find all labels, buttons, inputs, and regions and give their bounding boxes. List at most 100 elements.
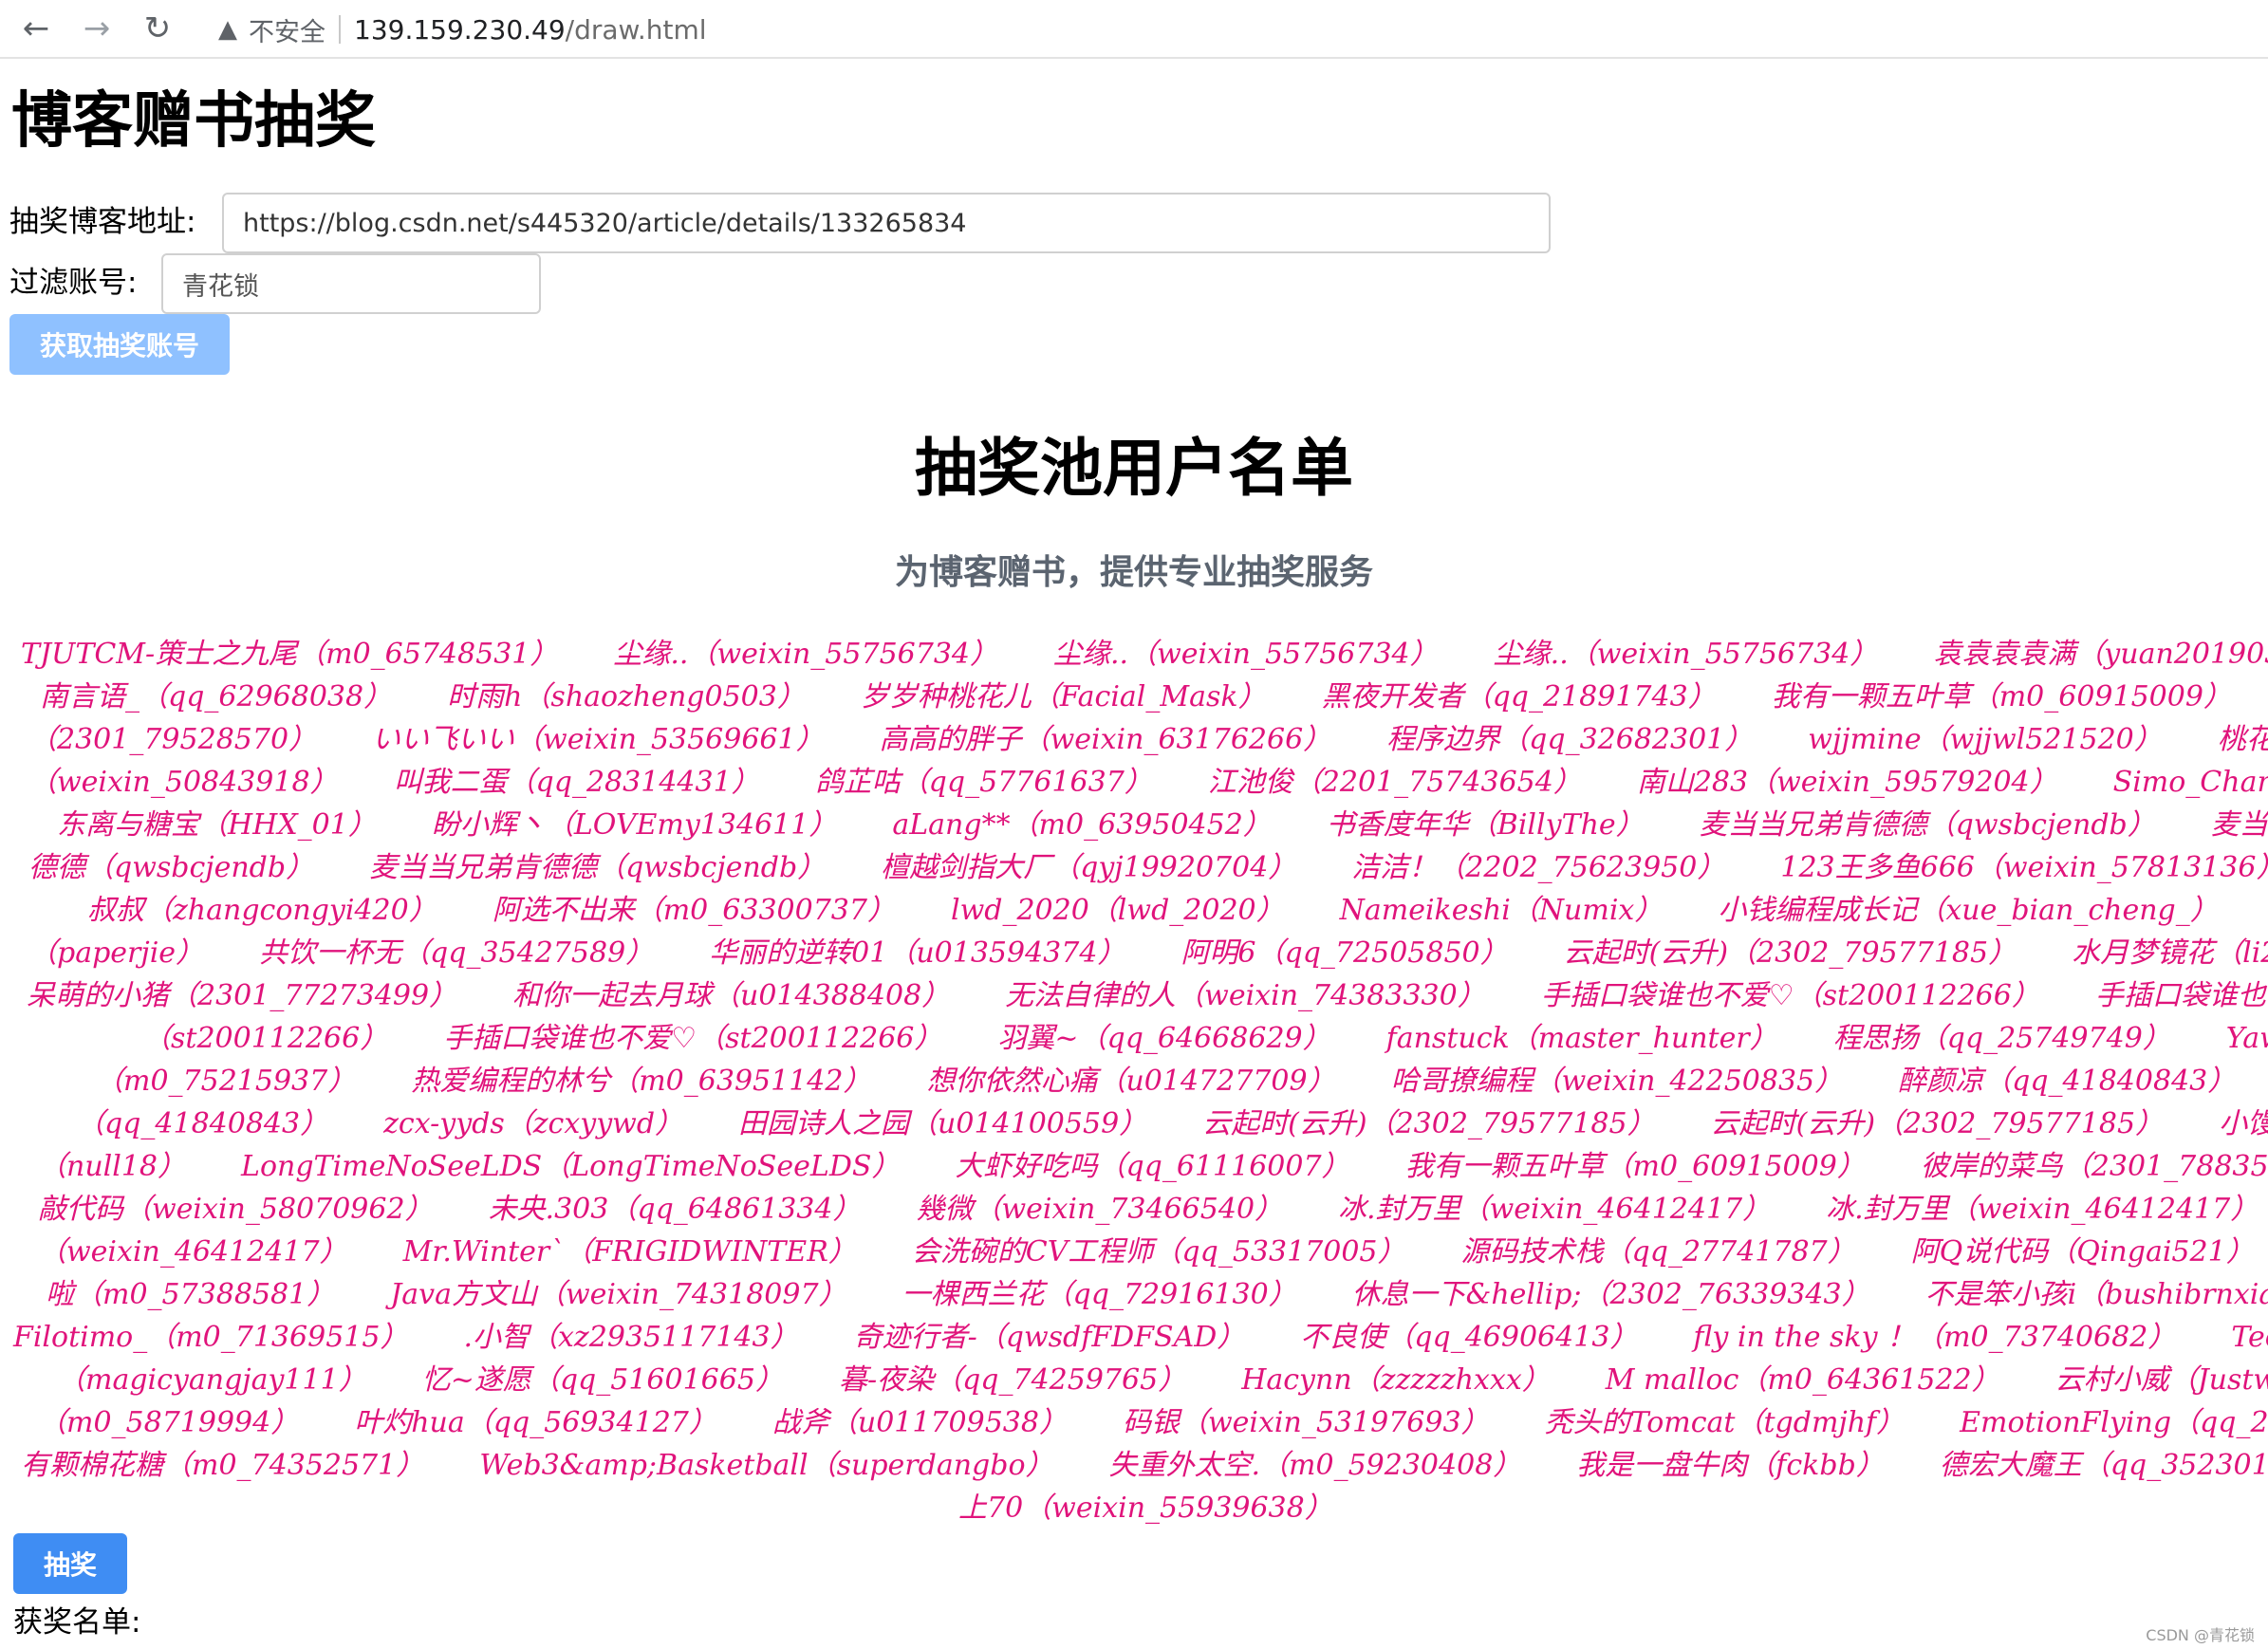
user-entry: 小馒头学python [2219,1107,2268,1140]
user-entry: Simo_Chan（aaameng233） [2112,766,2268,799]
user-row: 德德（qwsbcjendb） 麦当当兄弟肯德德（qwsbcjendb） 檀越剑指大厂… [28,843,2268,885]
user-entry: 黑夜开发者（qq_21891743） [1321,680,1717,713]
user-row: （null18） LongTimeNoSeeLDS（LongTimeNoSeeLD… [38,1142,2268,1184]
user-entry: （magicyangjay111） [57,1363,367,1397]
user-entry: TJUTCM-策士之九尾（m0_65748531） [21,638,559,671]
address-bar[interactable]: ▲ 不安全 139.159.230.49/draw.html [201,6,2260,53]
user-entry: 我是一盘牛肉（fckbb） [1576,1449,1885,1482]
user-entry: 叫我二蛋（qq_28314431） [393,766,760,799]
user-entry: 桃花键神 [2217,723,2268,756]
filter-account-label: 过滤账号: [9,266,138,300]
user-entry: 123王多鱼666（weixin_57813136） [1780,851,2268,884]
filter-account-input[interactable]: 青花锁 [161,253,541,314]
security-status[interactable]: 不安全 [249,11,325,48]
user-entry: 叶灼hua（qq_56934127） [354,1406,717,1439]
back-arrow-icon[interactable]: ← [15,8,57,49]
user-entry: Java方文山（weixin_74318097） [390,1278,847,1311]
user-entry: 檀越剑指大厂（qyj19920704） [881,851,1297,884]
address-divider [339,15,341,44]
user-entry: 云村小威（Justw320） [2054,1363,2268,1397]
user-entry: 不良使（qq_46906413） [1300,1321,1639,1354]
user-entry: .小智（xz2935117143） [463,1321,799,1354]
user-entry: 麦当当兄弟肯 [2210,808,2268,842]
user-entry: 华丽的逆转01（u013594374） [709,936,1126,970]
user-row: （qq_41840843） zcx-yyds（zcxyywd） 田园诗人之园（u01… [76,1100,2268,1141]
user-entry: 程序边界（qq_32682301） [1386,723,1754,756]
user-entry: lwd_2020（lwd_2020） [950,894,1285,927]
blog-url-input[interactable]: https://blog.csdn.net/s445320/article/de… [222,193,1551,253]
user-entry: 小钱编程成长记（xue_bian_cheng_） [1718,894,2219,927]
user-entry: 水月梦镜花（li209779） [2072,936,2268,970]
user-entry: TechLead KrisChang [2231,1321,2268,1354]
user-entry: 羽翼~（qq_64668629） [997,1022,1331,1055]
user-entry: 暮-夜染（qq_74259765） [838,1363,1187,1397]
user-entry: 休息一下&hellip;（2302_76339343） [1351,1278,1870,1311]
warning-triangle-icon[interactable]: ▲ [218,15,237,44]
user-entry: （2301_79528570） [28,723,318,756]
user-entry: 冰.封万里（weixin_46412417） [1826,1193,2259,1226]
pool-subtitle: 为博客赠书，提供专业抽奖服务 [894,553,1373,592]
user-entry: 麦当当兄弟肯德德（qwsbcjendb） [1699,808,2156,842]
user-row: 上70（weixin_55939638） [958,1484,1388,1526]
user-entry: （weixin_46412417） [38,1235,348,1269]
user-entry: 洁洁！（2202_75623950） [1351,851,1726,884]
user-entry: （null18） [38,1150,187,1183]
user-row: TJUTCM-策士之九尾（m0_65748531） 尘缘..（weixin_557… [21,630,2268,672]
user-entry: 云起时(云升)（2302_79577185） [1563,936,2017,970]
user-entry: wjjmine（wjjwl521520） [1808,723,2163,756]
user-entry: 彼岸的菜鸟（2301_78835635） [1920,1150,2268,1183]
user-row: 有颗棉花糖（m0_74352571） Web3&amp;Basketball（su… [21,1441,2268,1483]
user-entry: Filotimo_（m0_71369515） [13,1321,409,1354]
user-entry: 哈哥撩编程（weixin_42250835） [1390,1065,1844,1098]
user-row: 南言语_（qq_62968038） 时雨h（shaozheng0503） 岁岁种桃花… [40,673,2268,714]
draw-button[interactable]: 抽奖 [13,1533,127,1594]
user-entry: 江池俊（2201_75743654） [1207,766,1582,799]
user-row: 敲代码（weixin_58070962） 未央.303（qq_64861334） 幾… [38,1185,2268,1227]
user-entry: Mr.Winter`（FRIGIDWINTER） [402,1235,857,1269]
user-entry: （m0_75215937） [95,1065,357,1098]
user-entry: 啦（m0_57388581） [46,1278,336,1311]
reload-icon[interactable]: ↻ [137,8,178,49]
user-entry: fly in the sky ！（m0_73740682） [1693,1321,2177,1354]
user-entry: 醉颜凉（qq_41840843） [1898,1065,2237,1098]
user-entry: 上70（weixin_55939638） [958,1492,1333,1525]
user-entry: 书香度年华（BillyThe） [1326,808,1645,842]
user-entry: （paperjie） [28,936,205,970]
user-entry: 码银（weixin_53197693） [1122,1406,1490,1439]
user-entry: Web3&amp;Basketball（superdangbo） [479,1449,1054,1482]
user-entry: 我有一颗五叶草（m0_60915009） [1771,680,2232,713]
user-entry: 奇迹行者-（qwsdfFDFSAD） [853,1321,1246,1354]
user-entry: 袁袁袁袁满（yuan2019035055） [1933,638,2268,671]
user-row: （2301_79528570） いい飞いい（weixin_53569661） 高高的… [28,715,2268,757]
url-path[interactable]: /draw.html [566,14,707,46]
user-row: （paperjie） 共饮一杯无（qq_35427589） 华丽的逆转01（u013… [28,929,2268,971]
user-entry: （qq_41840843） [76,1107,329,1140]
user-row: （weixin_50843918） 叫我二蛋（qq_28314431） 鸽芷咕（qq… [28,758,2268,800]
user-entry: 叔叔（zhangcongyi420） [87,894,437,927]
fetch-accounts-button[interactable]: 获取抽奖账号 [9,314,230,375]
user-entry: 冰.封万里（weixin_46412417） [1338,1193,1772,1226]
user-entry: （st200112266） [142,1022,389,1055]
user-entry: 幾微（weixin_73466540） [916,1193,1284,1226]
url-host[interactable]: 139.159.230.49 [354,14,566,46]
user-entry: 想你依然心痛（u014727709） [926,1065,1336,1098]
user-entry: 热爱编程的林兮（m0_63951142） [411,1065,872,1098]
user-entry: 云起时(云升)（2302_79577185） [1202,1107,1656,1140]
user-row: （m0_58719994） 叶灼hua（qq_56934127） 战斧（u01170… [38,1399,2268,1440]
user-entry: 阿选不出来（m0_63300737） [492,894,896,927]
forward-arrow-icon[interactable]: → [76,8,118,49]
user-entry: （weixin_50843918） [28,766,339,799]
user-row: 啦（m0_57388581） Java方文山（weixin_74318097） 一棵… [46,1270,2268,1312]
user-entry: M malloc（m0_64361522） [1605,1363,2000,1397]
user-entry: 源码技术栈（qq_27741787） [1460,1235,1856,1269]
user-entry: 忆~遂愿（qq_51601665） [421,1363,784,1397]
user-entry: いい飞いい（weixin_53569661） [372,723,825,756]
user-row: （st200112266） 手插口袋谁也不爱♡（st200112266） 羽翼~（q… [142,1014,2268,1056]
user-entry: Yawesh_best [2225,1022,2268,1055]
user-entry: Nameikeshi（Numix） [1339,894,1664,927]
user-entry: 手插口袋谁也不爱♡（st200112266） [1540,979,2040,1012]
user-row: 东离与糖宝（HHX_01） 盼小辉丶（LOVEmy134611） aLang**（m… [57,801,2268,843]
page-title: 博客赠书抽奖 [11,86,376,157]
user-entry: 有颗棉花糖（m0_74352571） [21,1449,425,1482]
user-entry: LongTimeNoSeeLDS（LongTimeNoSeeLDS） [241,1150,901,1183]
